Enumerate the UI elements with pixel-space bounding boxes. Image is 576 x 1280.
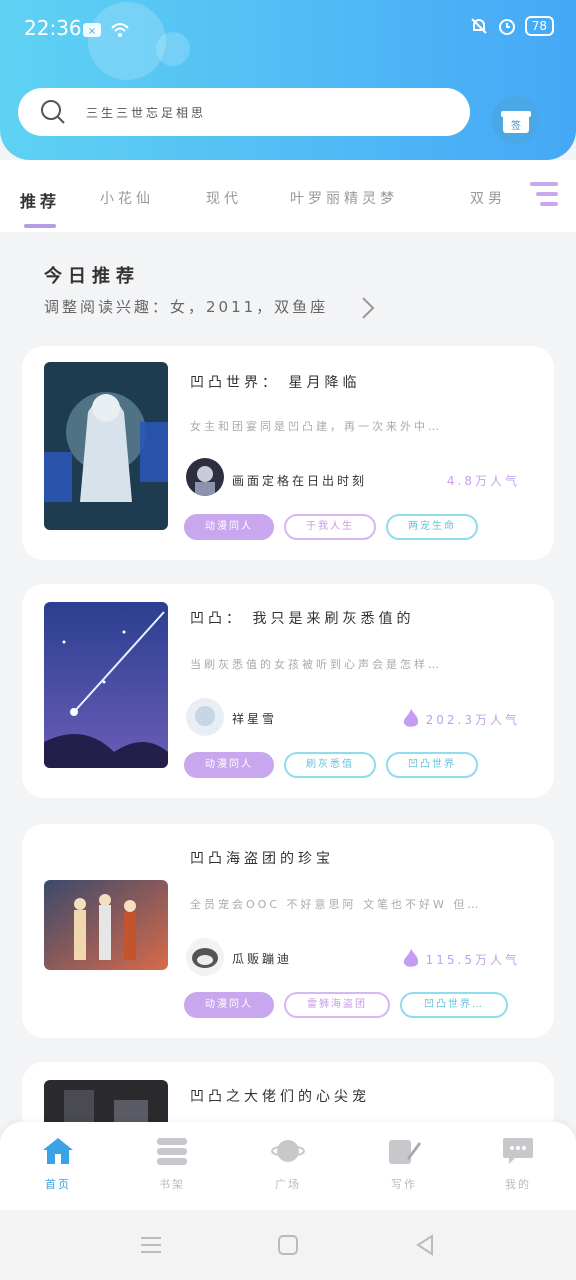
popularity-count: 4.8万人气 <box>446 474 520 488</box>
tag[interactable]: 凹凸世界 <box>386 752 478 778</box>
status-time: 22:36 <box>24 16 82 40</box>
bookshelf-icon <box>157 1138 187 1165</box>
home-square-icon[interactable] <box>277 1234 299 1256</box>
battery-indicator: 78 <box>524 16 554 36</box>
nav-label: 我的 <box>505 1178 531 1191</box>
alarm-icon <box>498 19 515 35</box>
popularity-count: 202.3万人气 <box>425 712 520 727</box>
sign-label: 签 <box>511 119 521 132</box>
book-title: 凹凸海盗团的珍宝 <box>190 851 334 867</box>
book-description: 全员宠会OOC 不好意思阿 文笔也不好W 但… <box>190 898 482 911</box>
nav-label: 书架 <box>159 1178 185 1191</box>
tab-indicator <box>24 224 56 228</box>
decor-bubble <box>88 2 166 80</box>
svg-text:×: × <box>88 26 96 37</box>
tag[interactable]: 动漫同人 <box>184 992 274 1018</box>
category-tabs: 推荐 小花仙 现代 叶罗丽精灵梦 双男 <box>0 160 576 232</box>
search-placeholder: 三生三世忘足相思 <box>86 105 207 120</box>
section-title: 今日推荐 <box>44 266 140 287</box>
back-triangle-icon[interactable] <box>414 1234 436 1256</box>
chat-icon <box>503 1138 533 1164</box>
tag[interactable]: 动漫同人 <box>184 752 274 778</box>
tag[interactable]: 凹凸世界… <box>400 992 508 1018</box>
search-icon <box>41 100 65 124</box>
book-card[interactable]: 凹凸： 我只是来刷灰悉值的 当刷灰悉值的女孩被听到心声会是怎样… 祥星雪 202… <box>22 584 554 798</box>
daily-sign-button[interactable]: 签 <box>492 96 540 144</box>
home-icon <box>43 1138 73 1164</box>
nav-label: 写作 <box>391 1178 417 1191</box>
nav-write[interactable]: 写作 <box>374 1136 434 1192</box>
tab-yeluoli[interactable]: 叶罗丽精灵梦 <box>290 188 398 208</box>
system-navigation-bar <box>0 1210 576 1280</box>
interest-adjust-link[interactable]: 调整阅读兴趣：女，2011，双鱼座 <box>44 296 328 317</box>
book-title: 凹凸： 我只是来刷灰悉值的 <box>190 611 415 627</box>
menu-icon[interactable] <box>530 180 560 208</box>
flame-icon <box>403 949 418 967</box>
author-name: 祥星雪 <box>232 712 278 726</box>
book-cover[interactable] <box>44 362 168 530</box>
book-title: 凹凸世界： 星月降临 <box>190 375 361 391</box>
status-right-icons: 78 <box>469 16 554 36</box>
notification-icon: × <box>83 23 101 37</box>
gift-icon: 签 <box>501 111 531 133</box>
author-avatar <box>186 938 224 976</box>
chevron-right-icon[interactable] <box>360 296 376 320</box>
book-cover[interactable] <box>44 602 168 768</box>
tag[interactable]: 刷灰悉值 <box>284 752 376 778</box>
top-header: 22:36 × 78 三生三世忘足相思 <box>0 0 576 160</box>
pen-icon <box>389 1140 421 1164</box>
tag[interactable]: 于我人生 <box>284 514 376 540</box>
popularity: 4.8万人气 <box>447 472 520 489</box>
tab-shuangnan[interactable]: 双男 <box>470 188 506 208</box>
book-card[interactable]: 凹凸世界： 星月降临 女主和团宴同是凹凸建，再一次来外中… 画面定格在日出时刻 … <box>22 346 554 560</box>
search-bar[interactable]: 三生三世忘足相思 <box>18 88 470 136</box>
tag[interactable]: 雷狮海盗团 <box>284 992 390 1018</box>
decor-bubble <box>156 32 190 66</box>
bottom-navigation: 首页 书架 广场 写作 我的 <box>0 1122 576 1210</box>
author-avatar <box>186 698 224 736</box>
author-name: 瓜贩蹦迪 <box>232 952 293 966</box>
nav-home[interactable]: 首页 <box>28 1136 88 1192</box>
tab-xiaohuaxian[interactable]: 小花仙 <box>100 188 154 208</box>
tag[interactable]: 两宠生命 <box>386 514 478 540</box>
book-title: 凹凸之大佬们的心尖宠 <box>190 1089 370 1105</box>
nav-profile[interactable]: 我的 <box>488 1136 548 1192</box>
author-name: 画面定格在日出时刻 <box>232 474 368 488</box>
nav-label: 广场 <box>275 1178 301 1191</box>
nav-square[interactable]: 广场 <box>258 1136 318 1192</box>
tab-modern[interactable]: 现代 <box>206 188 242 208</box>
popularity: 202.3万人气 <box>402 708 520 730</box>
book-cover[interactable] <box>44 880 168 970</box>
book-description: 当刷灰悉值的女孩被听到心声会是怎样… <box>190 658 442 671</box>
flame-icon <box>403 709 418 727</box>
status-left-icons: × <box>82 20 130 40</box>
book-card[interactable]: 凹凸海盗团的珍宝 全员宠会OOC 不好意思阿 文笔也不好W 但… 瓜贩蹦迪 11… <box>22 824 554 1038</box>
menu-lines-icon[interactable] <box>140 1234 162 1256</box>
nav-label: 首页 <box>45 1178 71 1191</box>
popularity: 115.5万人气 <box>402 948 520 970</box>
tag[interactable]: 动漫同人 <box>184 514 274 540</box>
book-description: 女主和团宴同是凹凸建，再一次来外中… <box>190 420 442 433</box>
author-avatar <box>186 458 224 496</box>
wifi-icon <box>111 23 129 37</box>
planet-icon <box>271 1140 305 1162</box>
nav-bookshelf[interactable]: 书架 <box>142 1136 202 1192</box>
mute-bell-icon <box>471 18 487 34</box>
popularity-count: 115.5万人气 <box>425 952 520 967</box>
tab-recommend[interactable]: 推荐 <box>20 188 60 212</box>
